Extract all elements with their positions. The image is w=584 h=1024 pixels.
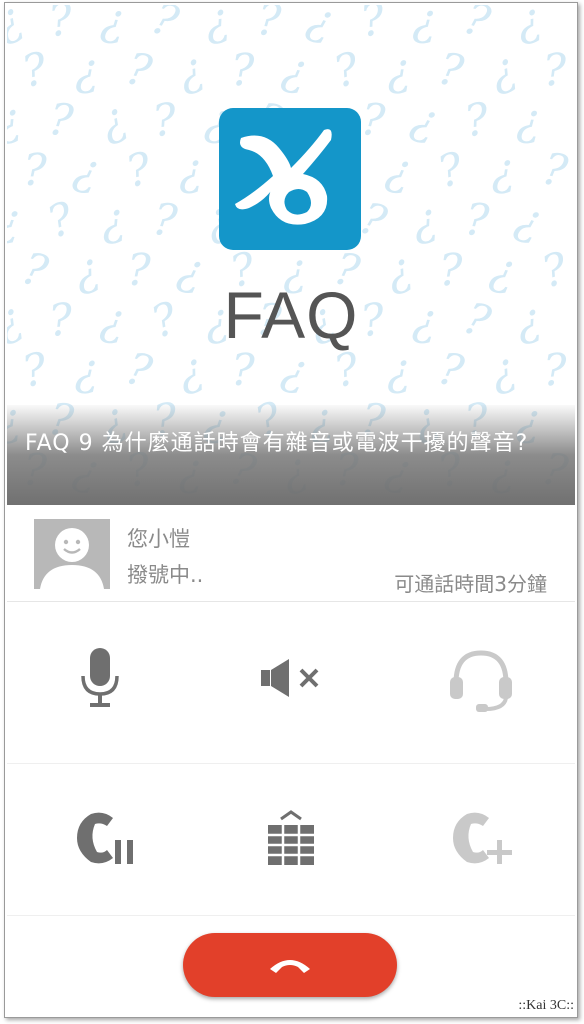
speaker-button[interactable] [241,638,341,718]
question-mark-glyph: ¿ [7,193,25,248]
avatar [34,519,110,589]
question-mark-glyph: ? [542,344,568,397]
question-mark-glyph: ¿ [201,5,232,48]
question-mark-glyph: ? [149,93,180,148]
question-mark-glyph: ¿ [179,145,203,196]
question-mark-glyph: ¿ [98,5,128,48]
question-mark-glyph: ¿ [301,5,341,49]
question-mark-glyph: ¿ [515,94,543,147]
question-mark-glyph: ¿ [173,343,208,398]
question-mark-glyph: ? [328,42,365,99]
app-logo-icon [219,108,361,250]
question-mark-glyph: ¿ [277,342,313,399]
question-mark-glyph: ¿ [74,344,100,397]
question-mark-glyph: ? [357,5,389,48]
question-mark-glyph: ? [358,94,387,147]
hold-call-icon [77,812,133,864]
question-mark-glyph: ? [150,193,180,248]
question-mark-glyph: ? [121,143,156,199]
question-mark-glyph: ¿ [75,45,99,96]
headset-icon [450,650,512,712]
question-mark-glyph: ? [329,343,364,399]
question-mark-glyph: ¿ [484,42,522,99]
question-mark-glyph: ? [461,93,493,148]
faq-title: FAQ [223,278,359,352]
question-mark-glyph: ? [120,342,157,399]
question-mark-glyph: ¿ [7,5,29,49]
question-mark-glyph: ¿ [92,92,133,149]
question-mark-glyph: ¿ [386,44,412,97]
question-mark-glyph: ? [145,5,185,49]
question-mark-glyph: ¿ [382,143,416,198]
question-mark-glyph: ? [41,192,81,249]
app-screen: ¿?¿?¿?¿?¿?¿?¿?¿?¿?¿?¿?¿?¿?¿?¿?¿?¿?¿?¿?¿?… [4,2,578,1018]
question-mark-glyph: ¿ [387,345,411,396]
add-call-button[interactable] [431,798,531,878]
question-mark-glyph: ? [45,5,76,48]
add-call-icon [453,812,512,864]
question-mark-glyph: ¿ [509,192,549,249]
dialpad-button[interactable] [241,798,341,878]
question-mark-glyph: ? [230,44,256,97]
question-mark-glyph: ¿ [173,42,209,99]
contact-card: 您小愷 撥號中.. 可通話時間3分鐘 [7,513,575,602]
question-mark-glyph: ? [434,43,468,98]
dialpad-icon [268,810,314,865]
question-mark-glyph: ? [46,93,76,148]
faq-banner[interactable]: ¿?¿?¿?¿?¿?¿?¿?¿?¿?¿?¿?¿?¿?¿?¿?¿?¿?¿?¿?¿?… [7,5,575,505]
bottom-divider [7,915,575,916]
question-mark-glyph: ? [18,343,52,398]
watermark: ::Kai 3C:: [518,998,574,1013]
call-status: 撥號中.. [127,563,204,587]
question-mark-glyph: ? [432,142,469,199]
question-mark-glyph: ¿ [411,5,439,47]
question-mark-glyph: ¿ [485,342,521,399]
question-mark-glyph: ¿ [512,5,545,48]
end-call-icon [270,960,310,973]
question-mark-glyph: ? [433,343,469,399]
question-mark-glyph: ? [538,143,572,198]
question-mark-glyph: ? [541,44,568,97]
question-mark-glyph: ¿ [7,93,24,148]
question-mark-glyph: ¿ [405,92,445,149]
hold-call-button[interactable] [55,798,155,878]
speaker-mute-icon [261,659,319,697]
controls-divider [7,763,575,764]
question-mark-glyph: ¿ [490,144,516,197]
contact-name: 您小愷 [127,527,190,551]
faq-caption[interactable]: FAQ 9 為什麼通話時會有雜音或電波干擾的聲音? [25,429,560,459]
question-mark-glyph: ¿ [69,142,105,199]
end-call-button[interactable] [183,933,397,997]
question-mark-glyph: ? [254,5,283,47]
question-mark-glyph: ? [458,5,496,49]
microphone-icon [81,648,119,707]
question-mark-glyph: ? [121,43,157,99]
mute-mic-button[interactable] [50,638,150,718]
question-mark-glyph: ? [17,43,52,99]
question-mark-glyph: ¿ [98,193,128,248]
headset-button[interactable] [431,638,531,718]
question-mark-glyph: ¿ [409,193,440,248]
question-mark-glyph: ? [230,344,256,397]
call-time-limit: 可通話時間3分鐘 [394,572,547,596]
question-mark-glyph: ? [462,194,491,247]
question-mark-glyph: ¿ [278,43,312,98]
question-mark-glyph: ? [22,144,48,197]
